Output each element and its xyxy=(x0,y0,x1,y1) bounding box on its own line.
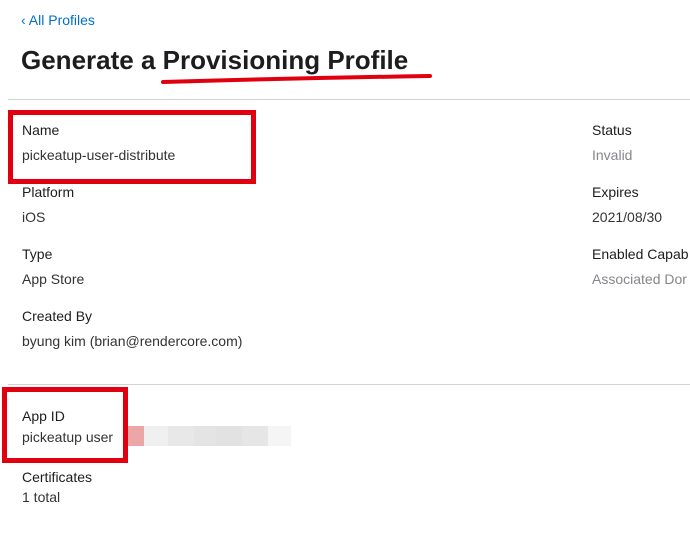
expires-label: Expires xyxy=(592,184,639,200)
redacted-app-id-suffix xyxy=(126,426,291,446)
section-divider-middle xyxy=(8,384,690,385)
created-by-value: byung kim (brian@rendercore.com) xyxy=(22,333,243,349)
type-value: App Store xyxy=(22,271,85,287)
annotation-box-name xyxy=(8,110,256,184)
annotation-underline xyxy=(161,74,432,84)
enabled-capabilities-value: Associated Dor xyxy=(592,271,687,287)
enabled-capabilities-label: Enabled Capab xyxy=(592,246,689,262)
certificates-value: 1 total xyxy=(22,489,61,505)
expires-value: 2021/08/30 xyxy=(592,209,663,225)
section-divider-top xyxy=(8,99,690,100)
type-label: Type xyxy=(22,246,53,262)
platform-label: Platform xyxy=(22,184,75,200)
certificates-label: Certificates xyxy=(22,469,93,485)
status-value: Invalid xyxy=(592,147,633,163)
created-by-label: Created By xyxy=(22,308,93,324)
platform-value: iOS xyxy=(22,209,46,225)
status-label: Status xyxy=(592,122,632,138)
annotation-box-app-id xyxy=(2,387,128,463)
